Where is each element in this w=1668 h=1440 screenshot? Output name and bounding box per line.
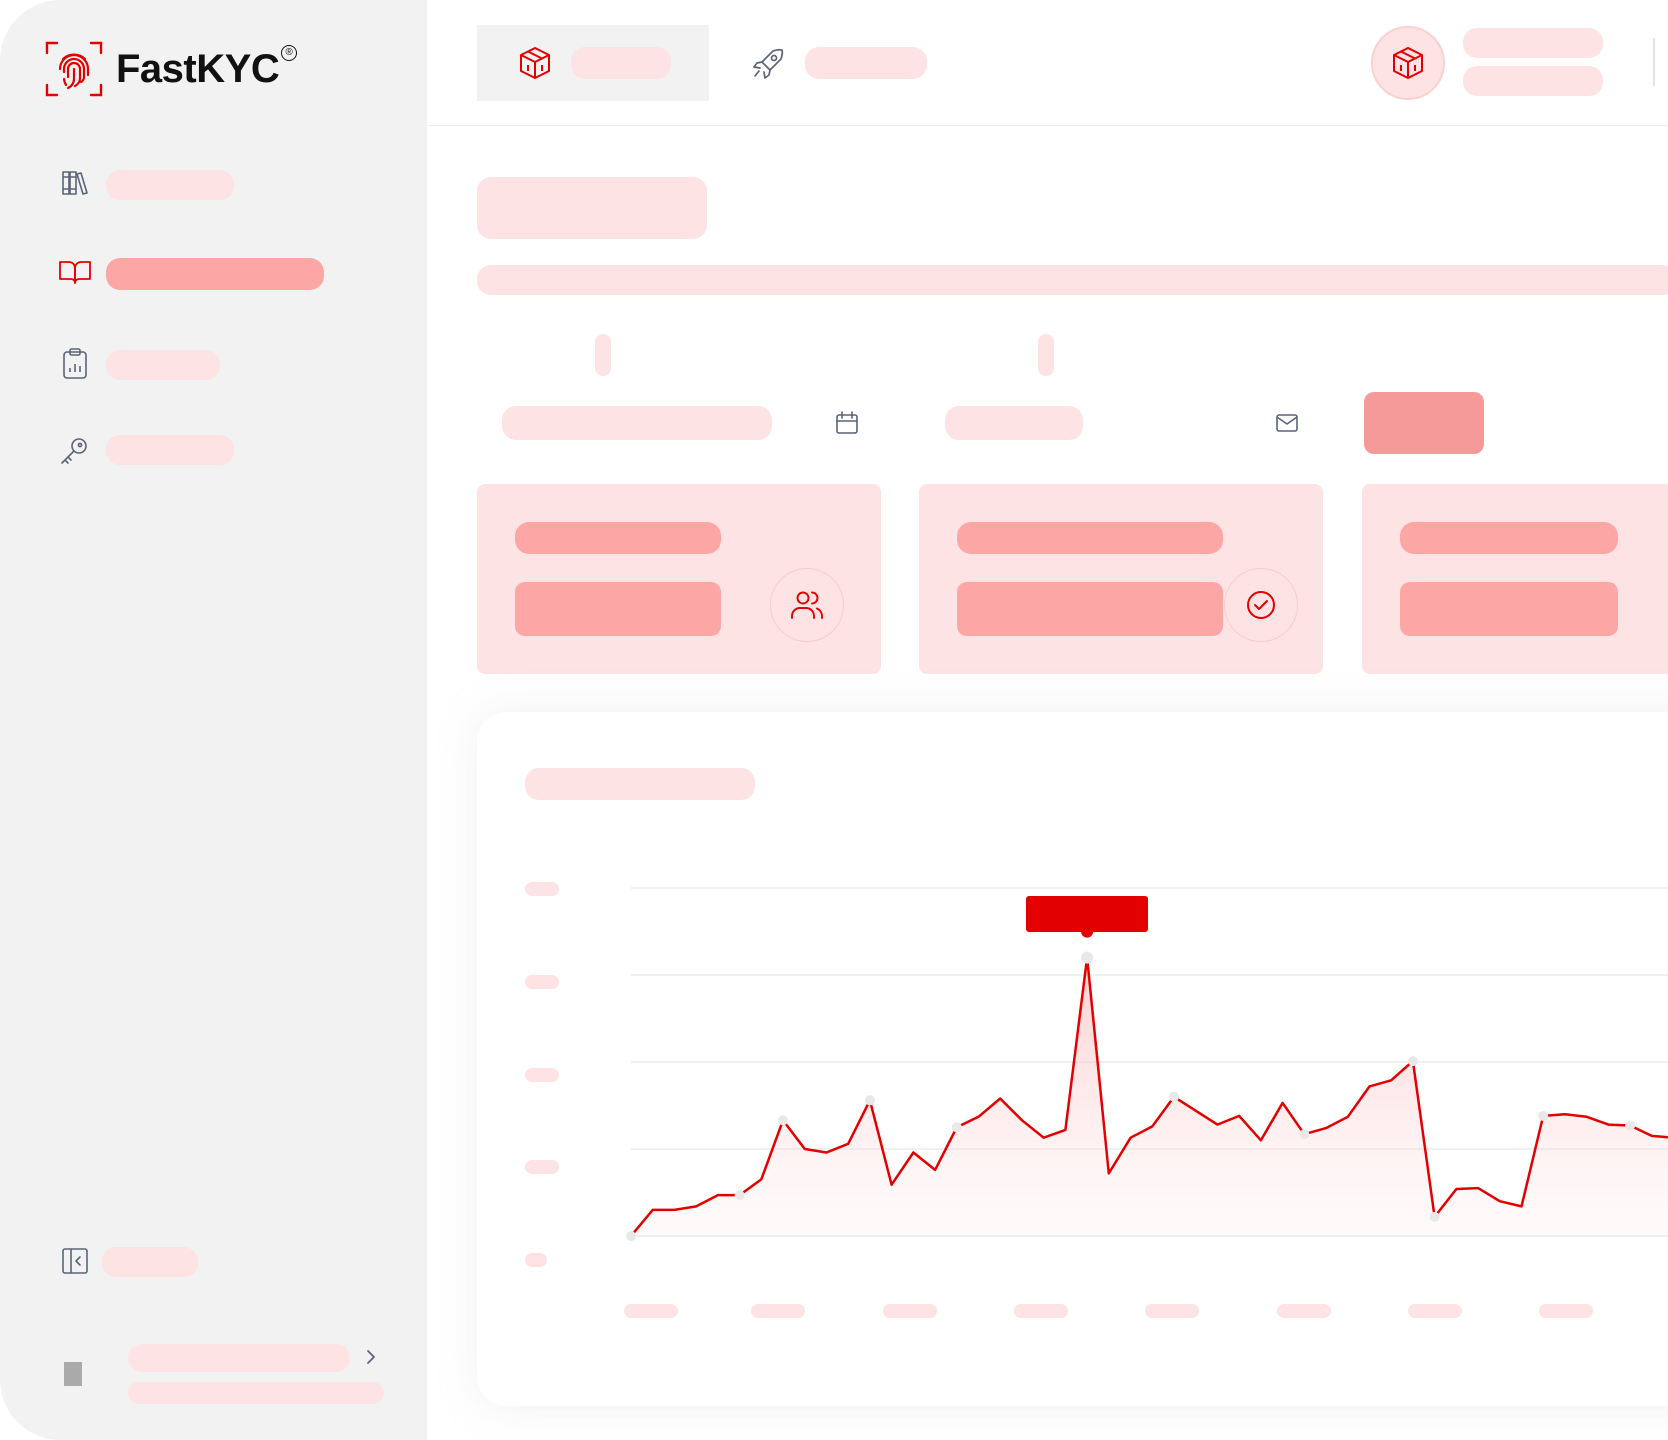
sidebar: FastKYC ®	[0, 0, 427, 1440]
stat-title	[957, 522, 1223, 554]
stat-value	[957, 582, 1223, 636]
user-profile[interactable]	[56, 1338, 396, 1408]
brand-name: FastKYC	[116, 46, 280, 91]
rocket-icon	[751, 45, 787, 81]
avatar	[64, 1362, 82, 1386]
sidebar-item-keys[interactable]	[56, 433, 386, 473]
account-name	[1463, 28, 1603, 58]
data-point[interactable]	[626, 1231, 636, 1241]
brand-logo[interactable]: FastKYC ®	[44, 38, 298, 100]
tab-launch[interactable]	[747, 25, 977, 101]
box-icon	[517, 45, 553, 81]
sidebar-item-label	[106, 350, 220, 380]
stat-value	[515, 582, 721, 636]
series-area	[631, 957, 1668, 1236]
email-filter-label	[1038, 334, 1054, 376]
data-point[interactable]	[1407, 1056, 1418, 1067]
box-icon	[1390, 45, 1426, 81]
tab-label	[805, 47, 927, 79]
chart-tooltip	[1026, 895, 1149, 932]
sidebar-item-library[interactable]	[56, 164, 386, 204]
page-subtitle	[477, 265, 1668, 295]
account-avatar	[1371, 26, 1445, 100]
stat-card-third[interactable]	[1362, 484, 1668, 674]
stat-card-users[interactable]	[477, 484, 881, 674]
user-email	[128, 1382, 384, 1404]
library-icon	[60, 168, 90, 198]
stat-title	[1400, 522, 1618, 554]
chart-card	[477, 712, 1668, 1406]
email-filter-value	[945, 406, 1083, 440]
divider	[1653, 38, 1655, 86]
fingerprint-icon	[44, 39, 104, 99]
sidebar-collapse-label	[102, 1247, 198, 1277]
sidebar-item-reports[interactable]	[56, 344, 386, 384]
sidebar-item-label	[106, 435, 234, 465]
data-point[interactable]	[1081, 951, 1094, 964]
tab-label	[571, 47, 671, 79]
data-point[interactable]	[1625, 1120, 1636, 1131]
sidebar-item-docs[interactable]	[56, 254, 386, 294]
date-filter-label	[595, 334, 611, 376]
data-point[interactable]	[1429, 1211, 1440, 1222]
data-point[interactable]	[1299, 1129, 1310, 1140]
main-content	[427, 0, 1668, 1440]
check-circle-icon	[1244, 588, 1278, 622]
clipboard-chart-icon	[60, 346, 90, 380]
data-point[interactable]	[778, 1115, 789, 1126]
sidebar-collapse-button[interactable]	[56, 1244, 386, 1284]
sidebar-item-label	[106, 258, 324, 290]
data-point[interactable]	[1538, 1110, 1549, 1121]
email-filter-input[interactable]	[945, 400, 1325, 446]
registered-mark: ®	[281, 45, 298, 61]
users-icon	[789, 587, 825, 623]
stat-icon-wrap	[1224, 568, 1298, 642]
app-window: FastKYC ®	[0, 0, 1668, 1440]
filter-submit-button[interactable]	[1364, 392, 1484, 454]
data-point[interactable]	[1169, 1091, 1179, 1102]
sidebar-collapse-icon	[60, 1246, 90, 1276]
line-chart	[626, 887, 1668, 1241]
stat-title	[515, 522, 721, 554]
stat-icon-wrap	[770, 568, 844, 642]
user-name	[128, 1344, 350, 1372]
data-point[interactable]	[734, 1190, 745, 1201]
page-title	[477, 177, 707, 239]
tab-products[interactable]	[477, 25, 709, 101]
date-filter-value	[502, 406, 772, 440]
data-point[interactable]	[951, 1122, 962, 1133]
account-subtitle	[1463, 66, 1603, 96]
key-icon	[58, 435, 90, 467]
stat-value	[1400, 582, 1618, 636]
account-switcher[interactable]	[1371, 24, 1651, 104]
stat-card-verified[interactable]	[919, 484, 1323, 674]
data-point[interactable]	[864, 1095, 875, 1106]
sidebar-item-label	[106, 170, 234, 200]
chevron-right-icon	[364, 1348, 378, 1366]
book-open-icon	[58, 256, 92, 286]
top-bar	[427, 0, 1668, 126]
mail-icon	[1275, 412, 1299, 434]
calendar-icon[interactable]	[834, 410, 860, 436]
date-filter-input[interactable]	[502, 400, 882, 446]
